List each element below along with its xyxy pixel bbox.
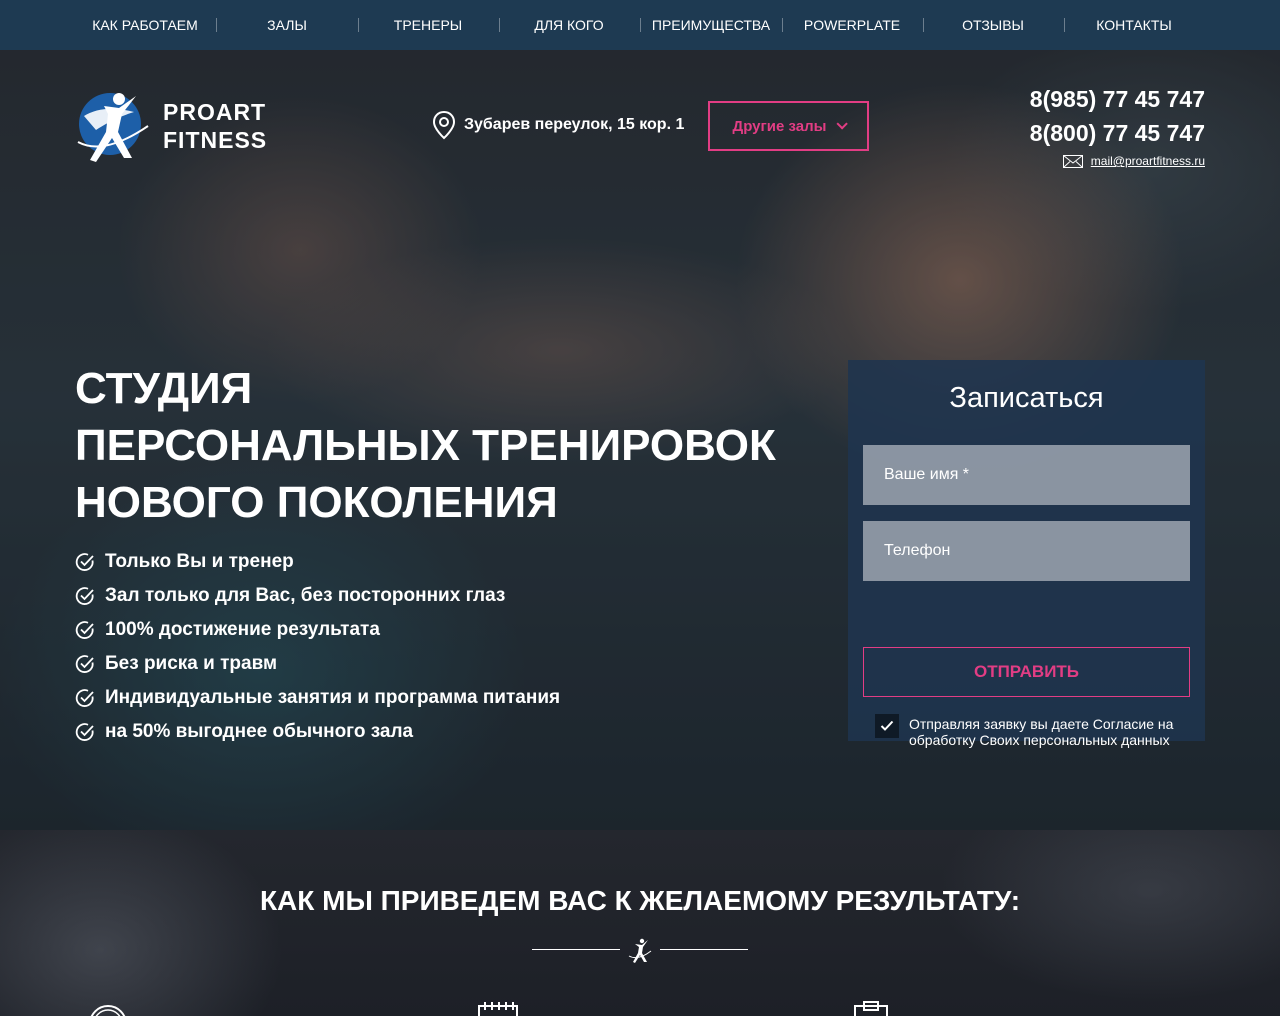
location-pin-icon: [432, 110, 456, 140]
check-circle-icon: [75, 689, 94, 707]
benefit-text: 100% достижение результата: [105, 619, 380, 640]
other-halls-label: Другие залы: [732, 117, 827, 135]
title-divider: [532, 938, 748, 963]
top-navigation: Как работаем Залы Тренеры Для кого Преим…: [0, 0, 1280, 50]
hero-headline: Студия персональных тренировок нового по…: [75, 360, 776, 531]
address-text: Зубарев переулок, 15 кор. 1: [464, 116, 685, 133]
checkmark-icon: [880, 720, 894, 731]
clipboard-icon: [854, 1001, 888, 1016]
headline-line-2: персональных тренировок: [75, 421, 776, 470]
check-circle-icon: [75, 553, 94, 571]
benefit-text: на 50% выгоднее обычного зала: [105, 721, 414, 742]
check-circle-icon: [75, 621, 94, 639]
address: Зубарев переулок, 15 кор. 1: [432, 110, 684, 140]
benefit-item: Индивидуальные занятия и программа питан…: [75, 681, 560, 715]
chevron-down-icon: [836, 118, 849, 130]
benefit-text: Индивидуальные занятия и программа питан…: [105, 687, 561, 708]
benefit-item: Зал только для Вас, без посторонних глаз: [75, 579, 560, 613]
headline-line-1: Студия: [75, 364, 253, 413]
name-input[interactable]: [863, 445, 1190, 505]
results-section: Как мы приведем вас к желаемому результа…: [0, 830, 1280, 1016]
email-link[interactable]: mail@proartfitness.ru: [1091, 154, 1205, 168]
divider-line: [660, 949, 748, 950]
nav-item-for-whom[interactable]: Для кого: [498, 0, 640, 50]
nav-item-advantages[interactable]: Преимущества: [640, 0, 782, 50]
stopwatch-icon: [90, 1005, 126, 1016]
nav-item-powerplate[interactable]: PowerPlate: [781, 0, 923, 50]
benefits-list: Только Вы и тренер Зал только для Вас, б…: [75, 545, 560, 749]
consent-text: Отправляя заявку вы даете Согласие на об…: [909, 716, 1174, 748]
benefit-item: Только Вы и тренер: [75, 545, 560, 579]
phone-2[interactable]: 8(800) 77 45 747: [1030, 116, 1205, 150]
benefit-text: Только Вы и тренер: [105, 551, 294, 572]
signup-form: Записаться Отправить Отправляя заявку вы…: [848, 360, 1205, 748]
benefit-item: 100% достижение результата: [75, 613, 560, 647]
nav-item-halls[interactable]: Залы: [216, 0, 358, 50]
check-circle-icon: [75, 587, 94, 605]
section-title: Как мы приведем вас к желаемому результа…: [259, 885, 1021, 916]
check-circle-icon: [75, 723, 94, 741]
phone-input[interactable]: [863, 521, 1190, 581]
nav-item-contacts[interactable]: Контакты: [1063, 0, 1205, 50]
benefit-text: Зал только для Вас, без посторонних глаз: [105, 585, 506, 606]
contacts: 8(985) 77 45 747 8(800) 77 45 747 mail@p…: [1030, 82, 1205, 168]
nav-item-how-we-work[interactable]: Как работаем: [74, 0, 216, 50]
divider-line: [532, 949, 620, 950]
logo-text: PROART FITNESS: [163, 98, 267, 154]
nav-item-trainers[interactable]: Тренеры: [357, 0, 499, 50]
logo-figure-icon: [77, 93, 149, 162]
benefit-item: на 50% выгоднее обычного зала: [75, 715, 560, 749]
consent-checkbox[interactable]: [875, 714, 899, 738]
phone-1[interactable]: 8(985) 77 45 747: [1030, 82, 1205, 116]
other-halls-dropdown[interactable]: Другие залы: [708, 101, 869, 151]
benefit-text: Без риска и травм: [105, 653, 278, 674]
check-circle-icon: [75, 655, 94, 673]
form-title: Записаться: [949, 382, 1104, 414]
hero-section: PROART FITNESS Зубарев переулок, 15 кор.…: [0, 50, 1280, 830]
consent-row: Отправляя заявку вы даете Согласие на об…: [875, 714, 1189, 748]
benefit-item: Без риска и травм: [75, 647, 560, 681]
logo-figure-icon: [628, 938, 652, 963]
submit-button[interactable]: Отправить: [863, 647, 1190, 697]
calendar-icon: [478, 1002, 518, 1016]
nav-item-reviews[interactable]: Отзывы: [922, 0, 1064, 50]
logo-line-1: PROART: [163, 99, 267, 125]
logo[interactable]: PROART FITNESS: [74, 86, 274, 166]
logo-line-2: FITNESS: [163, 127, 268, 153]
envelope-icon: [1062, 154, 1083, 168]
headline-line-3: нового поколения: [75, 478, 558, 527]
email-row: mail@proartfitness.ru: [1030, 154, 1205, 168]
